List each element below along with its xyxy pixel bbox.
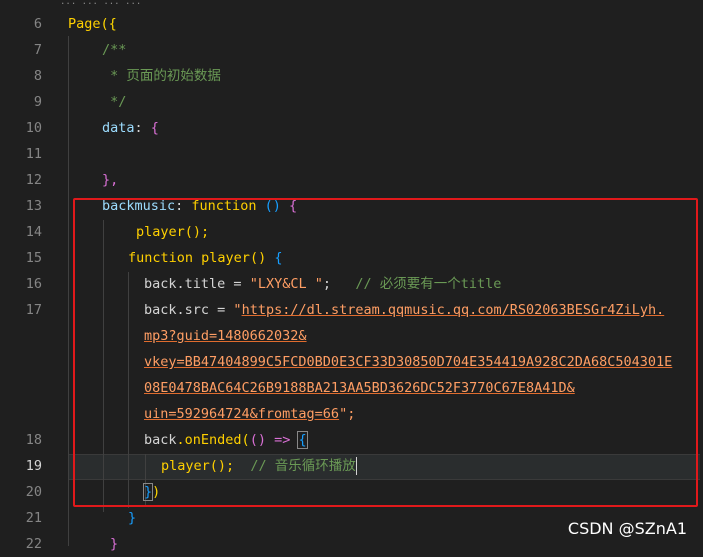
watermark: CSDN @SZnA1: [567, 519, 687, 538]
token-src-prop: .src: [176, 302, 210, 318]
token-player-name: player: [193, 250, 250, 266]
code-line-17-wrap: mp3?guid=1480662032&: [144, 323, 307, 349]
text-caret: [355, 457, 357, 475]
line-number: 17: [25, 302, 42, 318]
code-line-19: player(); // 音乐循环播放: [161, 453, 357, 479]
token-paren: (: [241, 432, 250, 448]
code-line-17-wrap: uin=592964724&fromtag=66";: [144, 401, 355, 427]
token-parens: ();: [184, 224, 210, 240]
token-string: "LXY&CL ": [249, 276, 323, 292]
token-bracket: }: [128, 510, 137, 526]
token-backmusic: backmusic: [102, 198, 176, 214]
code-line-21: }: [128, 505, 136, 531]
token-onended: .onEnded: [176, 432, 242, 448]
line-number: 6: [33, 16, 42, 32]
token-title-prop: .title: [176, 276, 226, 292]
token-colon: :: [175, 198, 192, 214]
token-data: data: [102, 120, 135, 136]
token-semicolon: ;: [322, 276, 356, 292]
line-number: 10: [25, 120, 42, 136]
code-area[interactable]: Page({ /** * 页面的初始数据 */ data: { }, backm…: [52, 0, 703, 552]
token-paren: ): [152, 484, 161, 500]
token-parens: (): [256, 198, 289, 214]
token-player-call: player: [161, 458, 210, 474]
line-number: 12: [25, 172, 42, 188]
code-line-17-wrap: 08E0478BAC64C26B9188BA213AA5BD3626DC52F3…: [144, 375, 575, 401]
line-number: 16: [25, 276, 42, 292]
line-number-current: 19: [25, 458, 42, 474]
token-bracket: }: [110, 536, 119, 552]
token-bracket-matched: }: [142, 483, 154, 501]
code-editor[interactable]: ... ... ... ... 6 7 8 9 10 11 12 13 14 1…: [0, 0, 703, 552]
code-line-9: */: [102, 89, 126, 115]
code-line-7: /**: [102, 37, 126, 63]
code-line-10: data: {: [102, 115, 159, 141]
token-page: Page: [68, 16, 101, 32]
token-bracket: ({: [100, 16, 117, 32]
line-number: 14: [25, 224, 42, 240]
token-parens: ();: [209, 458, 251, 474]
line-number: 20: [25, 484, 42, 500]
url-link[interactable]: 08E0478BAC64C26B9188BA213AA5BD3626DC52F3…: [144, 380, 575, 396]
code-line-6: Page({: [68, 11, 117, 37]
line-number: 18: [25, 432, 42, 448]
token-bracket: {: [274, 250, 283, 266]
line-number-gutter: 6 7 8 9 10 11 12 13 14 15 16 17 18 19 20…: [0, 0, 52, 552]
token-function-keyword: function: [128, 250, 194, 266]
url-link[interactable]: vkey=BB47404899C5FCD0BD0E3CF33D30850D704…: [144, 354, 672, 370]
code-line-16: back.title = "LXY&CL "; // 必须要有一个title: [144, 271, 501, 297]
code-line-12: },: [102, 167, 118, 193]
token-back: back: [144, 432, 177, 448]
token-player-call: player: [136, 224, 185, 240]
token-comment: // 音乐循环播放: [250, 458, 356, 474]
code-line-22: }: [110, 531, 118, 557]
token-back: back: [144, 276, 177, 292]
code-line-17-wrap: vkey=BB47404899C5FCD0BD0E3CF33D30850D704…: [144, 349, 672, 375]
url-link[interactable]: https://dl.stream.qqmusic.qq.com/RS02063…: [242, 302, 665, 318]
token-bracket-matched: {: [297, 431, 308, 449]
line-number: 9: [33, 94, 42, 110]
token-comment: * 页面的初始数据: [102, 68, 221, 84]
code-line-20: }): [142, 479, 161, 505]
token-bracket: {: [288, 198, 298, 214]
token-function-keyword: function: [191, 198, 257, 214]
code-line-18: back.onEnded(() => {: [144, 427, 308, 453]
url-link[interactable]: mp3?guid=1480662032&: [144, 328, 307, 344]
url-link[interactable]: uin=592964724&fromtag=66: [144, 406, 339, 422]
line-number: 7: [33, 42, 42, 58]
token-comment: // 必须要有一个title: [355, 276, 502, 292]
token-bracket: {: [150, 120, 159, 136]
token-equals: =: [225, 276, 250, 292]
token-back: back: [144, 302, 177, 318]
token-parens: (): [249, 250, 275, 266]
code-line-14: player();: [136, 219, 209, 245]
code-line-13: backmusic: function () {: [102, 193, 297, 219]
token-arrow-args: () =>: [249, 432, 299, 448]
code-line-8: * 页面的初始数据: [102, 63, 221, 89]
code-line-15: function player() {: [128, 245, 282, 271]
token-quote: ": [233, 302, 242, 318]
token-string-end: ";: [339, 406, 356, 422]
token-comment: /**: [102, 42, 127, 58]
line-number: 11: [25, 146, 42, 162]
token-bracket: },: [102, 172, 119, 188]
line-number: 15: [25, 250, 42, 266]
line-number: 22: [25, 536, 42, 552]
token-comment: */: [102, 94, 127, 110]
code-line-17: back.src = "https://dl.stream.qqmusic.qq…: [144, 297, 664, 323]
line-number: 21: [25, 510, 42, 526]
token-equals: =: [209, 302, 234, 318]
line-number: 13: [25, 198, 42, 214]
token-colon: :: [134, 120, 151, 136]
line-number: 8: [33, 68, 42, 84]
